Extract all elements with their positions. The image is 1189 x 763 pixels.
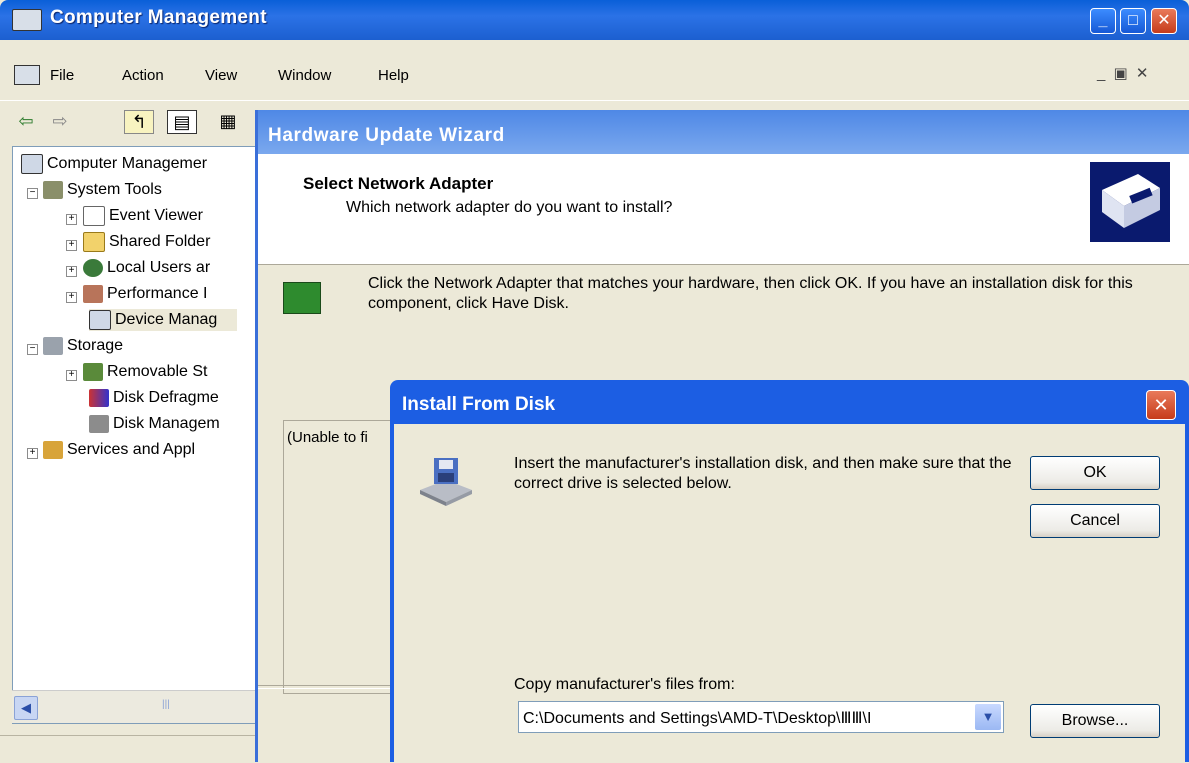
defrag-icon bbox=[89, 388, 109, 407]
event-viewer-icon bbox=[83, 205, 105, 226]
computer-icon bbox=[14, 65, 40, 85]
adapter-list[interactable]: (Unable to fi bbox=[283, 420, 405, 694]
expand-toggle[interactable]: + bbox=[66, 292, 77, 303]
dialog-close-button[interactable]: ✕ bbox=[1146, 390, 1176, 420]
minimize-button[interactable]: _ bbox=[1090, 8, 1116, 34]
ok-button[interactable]: OK bbox=[1030, 456, 1160, 490]
tree-item-shared-folders[interactable]: Shared Folder bbox=[83, 231, 210, 253]
wizard-description: Click the Network Adapter that matches y… bbox=[368, 275, 1133, 312]
forward-arrow-icon[interactable]: ⇨ bbox=[46, 108, 74, 134]
expand-toggle[interactable]: + bbox=[66, 214, 77, 225]
mdi-controls[interactable]: _ ▣ ✕ bbox=[1097, 64, 1150, 82]
tools-icon bbox=[43, 180, 63, 199]
tree-item-removable-storage[interactable]: Removable St bbox=[83, 361, 208, 383]
expand-toggle[interactable]: + bbox=[66, 240, 77, 251]
tree-item-event-viewer[interactable]: Event Viewer bbox=[83, 205, 203, 227]
source-path-combobox[interactable]: C:\Documents and Settings\AMD-T\Desktop\… bbox=[518, 701, 1004, 733]
main-title-bar[interactable]: Computer Management _ □ ✕ bbox=[0, 0, 1189, 40]
browse-button[interactable]: Browse... bbox=[1030, 704, 1160, 738]
storage-icon bbox=[43, 336, 63, 355]
network-adapter-icon bbox=[283, 282, 321, 314]
copy-from-label: Copy manufacturer's files from: bbox=[514, 676, 735, 693]
console-tree: Computer Managemer − System Tools + Even… bbox=[12, 146, 262, 724]
wizard-title-bar[interactable]: Hardware Update Wizard bbox=[258, 110, 1189, 154]
folder-icon bbox=[83, 231, 105, 252]
tree-item-computer-management[interactable]: Computer Managemer bbox=[21, 153, 207, 175]
source-path-value[interactable]: C:\Documents and Settings\AMD-T\Desktop\… bbox=[523, 708, 963, 728]
menu-help[interactable]: Help bbox=[378, 67, 409, 84]
menu-action[interactable]: Action bbox=[122, 67, 164, 84]
tree-item-services-applications[interactable]: Services and Appl bbox=[43, 439, 195, 461]
maximize-button[interactable]: □ bbox=[1120, 8, 1146, 34]
expand-toggle[interactable]: + bbox=[66, 266, 77, 277]
tree-item-disk-management[interactable]: Disk Managem bbox=[89, 413, 220, 435]
expand-toggle[interactable]: + bbox=[66, 370, 77, 381]
removable-storage-icon bbox=[83, 362, 103, 381]
expand-toggle[interactable]: + bbox=[27, 448, 38, 459]
dialog-body: Insert the manufacturer's installation d… bbox=[394, 424, 1185, 762]
disk-management-icon bbox=[89, 414, 109, 433]
tree-item-disk-defragmenter[interactable]: Disk Defragme bbox=[89, 387, 219, 409]
users-icon bbox=[83, 258, 103, 277]
dialog-title: Install From Disk bbox=[402, 394, 556, 415]
window-title: Computer Management bbox=[50, 7, 267, 28]
tree-item-system-tools[interactable]: System Tools bbox=[43, 179, 162, 201]
menu-window[interactable]: Window bbox=[278, 67, 331, 84]
collapse-toggle[interactable]: − bbox=[27, 344, 38, 355]
chevron-down-icon[interactable]: ▼ bbox=[975, 704, 1001, 730]
services-icon bbox=[43, 440, 63, 459]
menu-file[interactable]: File bbox=[50, 67, 74, 84]
scroll-thumb[interactable]: ||| bbox=[162, 699, 170, 710]
close-button[interactable]: ✕ bbox=[1151, 8, 1177, 34]
computer-icon bbox=[12, 9, 42, 31]
dialog-message: Insert the manufacturer's installation d… bbox=[514, 455, 1012, 492]
menu-view[interactable]: View bbox=[205, 67, 237, 84]
cancel-button[interactable]: Cancel bbox=[1030, 504, 1160, 538]
wizard-heading: Select Network Adapter bbox=[303, 174, 494, 193]
scroll-left-arrow-icon[interactable]: ◀ bbox=[14, 696, 38, 720]
adapter-list-text: (Unable to fi bbox=[287, 429, 368, 446]
floppy-disk-icon bbox=[416, 456, 476, 506]
back-arrow-icon[interactable]: ⇦ bbox=[12, 108, 40, 134]
tree-item-local-users[interactable]: Local Users ar bbox=[83, 257, 210, 279]
collapse-toggle[interactable]: − bbox=[27, 188, 38, 199]
hardware-wizard-icon bbox=[1090, 162, 1170, 242]
computer-icon bbox=[21, 153, 43, 174]
device-manager-icon bbox=[89, 309, 111, 330]
tree-item-performance[interactable]: Performance I bbox=[83, 283, 207, 305]
wizard-subheading: Which network adapter do you want to ins… bbox=[346, 199, 673, 216]
install-from-disk-dialog: Install From Disk ✕ Insert the manufactu… bbox=[390, 380, 1189, 762]
up-folder-icon[interactable]: ↰ bbox=[124, 110, 154, 134]
performance-icon bbox=[83, 284, 103, 303]
tree-item-device-manager[interactable]: Device Manag bbox=[89, 309, 238, 331]
tree-item-storage[interactable]: Storage bbox=[43, 335, 123, 357]
horizontal-scrollbar[interactable]: ◀ ||| bbox=[12, 690, 260, 723]
properties-icon[interactable]: ▦ bbox=[214, 108, 242, 134]
wizard-title: Hardware Update Wizard bbox=[268, 125, 505, 146]
show-tree-icon[interactable]: ▤ bbox=[167, 110, 197, 134]
